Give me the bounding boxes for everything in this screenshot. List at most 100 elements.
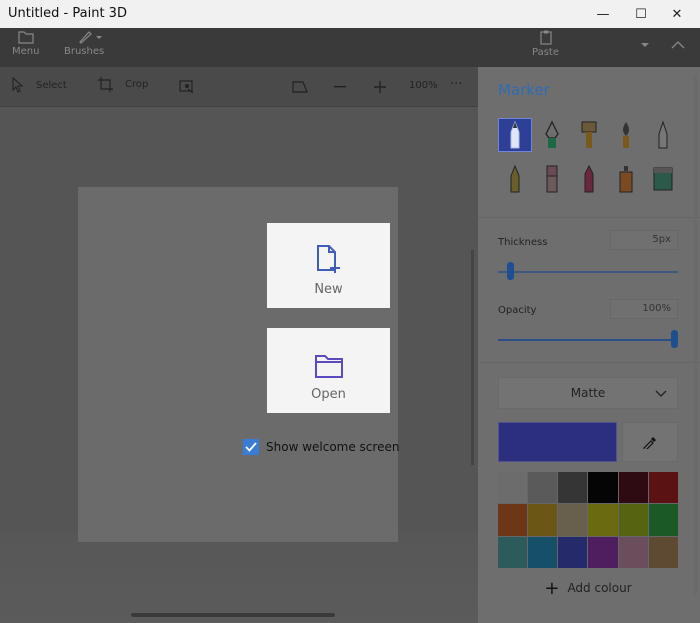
palette-swatch[interactable] <box>528 504 558 536</box>
color-palette <box>498 472 678 568</box>
paste-button[interactable]: Paste <box>532 30 559 58</box>
thickness-track[interactable] <box>498 271 678 273</box>
palette-swatch[interactable] <box>618 472 648 504</box>
window-title: Untitled - Paint 3D <box>8 6 127 21</box>
marker-icon <box>510 120 520 149</box>
palette-swatch[interactable] <box>648 536 678 568</box>
crayon-icon <box>584 164 594 193</box>
oil-brush-icon <box>581 121 597 148</box>
opacity-value[interactable]: 100% <box>610 299 678 319</box>
folder-icon <box>18 31 34 44</box>
divider <box>478 362 700 363</box>
chevron-up-icon[interactable] <box>671 40 685 50</box>
watercolor-icon <box>623 122 629 148</box>
thickness-label: Thickness <box>498 237 548 248</box>
palette-swatch[interactable] <box>648 472 678 504</box>
open-label: Open <box>311 387 346 402</box>
add-colour-button[interactable]: + Add colour <box>498 573 678 603</box>
crop-tool[interactable]: Crop <box>98 77 148 92</box>
canvas-scrollbar-vertical[interactable] <box>471 250 474 465</box>
thickness-value[interactable]: 5px <box>610 230 678 250</box>
fill-bucket-brush[interactable] <box>646 162 680 196</box>
palette-swatch[interactable] <box>498 504 528 536</box>
pencil-brush[interactable] <box>498 162 532 196</box>
spray-can-icon <box>619 166 633 193</box>
pixel-pen-brush[interactable] <box>646 118 680 152</box>
eyedropper-icon <box>643 437 656 449</box>
chevron-down-icon[interactable] <box>640 42 650 50</box>
crop-label: Crop <box>125 79 149 90</box>
ribbon: Menu Brushes Paste <box>0 28 700 67</box>
plus-icon: + <box>544 577 560 599</box>
new-file-icon <box>316 245 340 273</box>
thickness-slider-thumb[interactable] <box>506 262 514 280</box>
palette-swatch[interactable] <box>588 472 618 504</box>
close-button[interactable]: ✕ <box>654 0 700 28</box>
palette-swatch[interactable] <box>618 536 648 568</box>
chevron-down-icon <box>655 390 667 397</box>
pixel-pen-icon <box>658 120 668 149</box>
palette-swatch[interactable] <box>558 536 588 568</box>
open-folder-icon <box>314 355 343 378</box>
divider <box>478 217 700 218</box>
checkbox[interactable] <box>243 439 259 455</box>
new-button[interactable]: New <box>267 223 390 308</box>
palette-swatch[interactable] <box>648 504 678 536</box>
canvas-scrollbar-horizontal[interactable] <box>131 613 335 617</box>
fill-bucket-icon <box>653 167 673 191</box>
palette-swatch[interactable] <box>498 536 528 568</box>
eraser-icon <box>546 165 558 193</box>
eyedropper-button[interactable] <box>622 422 678 462</box>
oil-brush[interactable] <box>572 118 606 152</box>
pencil-icon <box>510 164 520 193</box>
watercolor-brush[interactable] <box>609 118 643 152</box>
show-welcome-label: Show welcome screen <box>266 440 400 454</box>
new-label: New <box>314 282 343 297</box>
more-options-icon[interactable]: ··· <box>450 77 462 92</box>
panel-title: Marker <box>498 81 550 99</box>
menu-button[interactable]: Menu <box>12 30 39 57</box>
opacity-track[interactable] <box>498 339 678 341</box>
palette-swatch[interactable] <box>528 536 558 568</box>
palette-swatch[interactable] <box>558 504 588 536</box>
palette-swatch[interactable] <box>558 472 588 504</box>
current-color-swatch[interactable] <box>498 422 617 462</box>
menu-label: Menu <box>12 46 40 57</box>
palette-swatch[interactable] <box>588 504 618 536</box>
toolbar: Select Crop 100% ··· <box>0 67 478 107</box>
paste-icon <box>539 30 552 45</box>
show-welcome-checkbox[interactable]: Show welcome screen <box>243 439 399 455</box>
brush-panel: Marker Thickness 5px Opacity 100% Matte <box>478 67 700 623</box>
crayon-brush[interactable] <box>572 162 606 196</box>
paste-label: Paste <box>532 47 559 58</box>
brushes-label: Brushes <box>64 46 105 57</box>
title-bar: Untitled - Paint 3D — ☐ ✕ <box>0 0 700 28</box>
add-colour-label: Add colour <box>567 581 632 595</box>
checkmark-icon <box>245 442 257 452</box>
palette-swatch[interactable] <box>498 472 528 504</box>
eraser-brush[interactable] <box>535 162 569 196</box>
view-3d-icon[interactable] <box>292 80 308 94</box>
zoom-out-icon[interactable] <box>334 86 346 88</box>
palette-swatch[interactable] <box>528 472 558 504</box>
calligraphy-pen-icon <box>545 120 559 148</box>
zoom-in-icon[interactable] <box>374 81 386 93</box>
open-button[interactable]: Open <box>267 328 390 413</box>
panel-scrollbar[interactable] <box>694 75 697 595</box>
crop-icon <box>98 77 113 92</box>
magic-select-icon[interactable] <box>179 80 195 94</box>
brushes-button[interactable]: Brushes <box>64 30 104 57</box>
select-tool[interactable]: Select <box>12 77 67 93</box>
finish-value: Matte <box>570 386 606 400</box>
cursor-icon <box>12 77 24 93</box>
palette-swatch[interactable] <box>618 504 648 536</box>
opacity-slider-thumb[interactable] <box>671 330 678 348</box>
spray-can-brush[interactable] <box>609 162 643 196</box>
palette-swatch[interactable] <box>588 536 618 568</box>
zoom-level[interactable]: 100% <box>409 80 438 91</box>
opacity-label: Opacity <box>498 305 537 316</box>
calligraphy-pen-brush[interactable] <box>535 118 569 152</box>
brush-icon <box>79 31 103 44</box>
marker-brush[interactable] <box>498 118 532 152</box>
finish-dropdown[interactable]: Matte <box>498 377 678 409</box>
